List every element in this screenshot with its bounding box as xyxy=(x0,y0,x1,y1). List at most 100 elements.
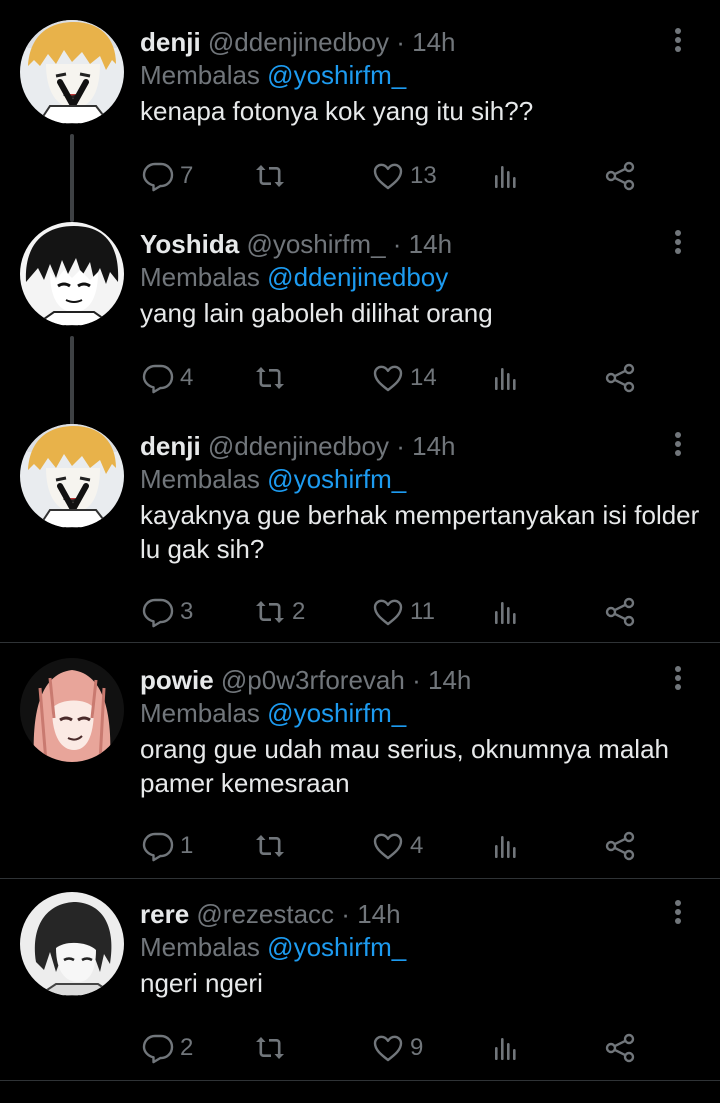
retweet-icon xyxy=(254,596,286,628)
tweet[interactable]: powie @p0w3rforevah · 14h Membalas @yosh… xyxy=(0,638,720,878)
like-button[interactable]: 13 xyxy=(372,158,437,194)
views-button[interactable] xyxy=(490,1030,522,1066)
display-name[interactable]: powie xyxy=(140,665,214,695)
avatar[interactable] xyxy=(20,658,124,762)
retweet-button[interactable]: 2 xyxy=(254,594,305,630)
share-icon xyxy=(604,160,636,192)
retweet-button[interactable] xyxy=(254,1030,292,1066)
reply-button[interactable]: 3 xyxy=(142,594,193,630)
views-icon xyxy=(490,362,522,394)
share-icon xyxy=(604,596,636,628)
like-icon xyxy=(372,160,404,192)
reply-icon xyxy=(142,362,174,394)
like-icon xyxy=(372,830,404,862)
replying-to-label: Membalas xyxy=(140,932,260,962)
views-button[interactable] xyxy=(490,158,522,194)
avatar-column xyxy=(20,20,124,124)
share-button[interactable] xyxy=(604,158,636,194)
avatar-column xyxy=(20,658,124,762)
divider xyxy=(0,1080,720,1081)
reply-icon xyxy=(142,160,174,192)
like-button[interactable]: 14 xyxy=(372,360,437,396)
tweet-header: denji @ddenjinedboy · 14h xyxy=(140,26,700,58)
share-button[interactable] xyxy=(604,1030,636,1066)
replying-to-handle[interactable]: @yoshirfm_ xyxy=(267,464,406,494)
timestamp[interactable]: 14h xyxy=(409,229,452,259)
like-count: 9 xyxy=(410,1034,424,1061)
avatar[interactable] xyxy=(20,424,124,528)
replying-to-handle[interactable]: @yoshirfm_ xyxy=(267,932,406,962)
more-icon[interactable] xyxy=(670,666,686,694)
share-button[interactable] xyxy=(604,360,636,396)
timestamp[interactable]: 14h xyxy=(412,431,455,461)
tweet[interactable]: denji @ddenjinedboy · 14h Membalas @yosh… xyxy=(0,404,720,642)
separator-dot: · xyxy=(396,431,405,461)
tweet[interactable]: rere @rezestacc · 14h Membalas @yoshirfm… xyxy=(0,872,720,1080)
separator-dot: · xyxy=(396,27,405,57)
separator-dot: · xyxy=(341,899,350,929)
tweet-text: kenapa fotonya kok yang itu sih?? xyxy=(140,96,534,126)
avatar-column xyxy=(20,424,124,528)
retweet-icon xyxy=(254,830,286,862)
more-icon[interactable] xyxy=(670,28,686,56)
tweet[interactable]: denji @ddenjinedboy · 14h Membalas @yosh… xyxy=(0,0,720,222)
user-handle[interactable]: @ddenjinedboy xyxy=(208,27,389,57)
avatar[interactable] xyxy=(20,20,124,124)
tweet-content: denji @ddenjinedboy · 14h Membalas @yosh… xyxy=(140,26,700,128)
reply-button[interactable]: 1 xyxy=(142,828,193,864)
avatar[interactable] xyxy=(20,892,124,996)
display-name[interactable]: rere xyxy=(140,899,189,929)
more-icon[interactable] xyxy=(670,900,686,928)
retweet-button[interactable] xyxy=(254,828,292,864)
tweet-content: rere @rezestacc · 14h Membalas @yoshirfm… xyxy=(140,898,700,1000)
user-handle[interactable]: @ddenjinedboy xyxy=(208,431,389,461)
user-handle[interactable]: @rezestacc xyxy=(196,899,334,929)
tweet-content: powie @p0w3rforevah · 14h Membalas @yosh… xyxy=(140,664,700,800)
avatar-column xyxy=(20,222,124,326)
share-button[interactable] xyxy=(604,828,636,864)
timestamp[interactable]: 14h xyxy=(412,27,455,57)
like-button[interactable]: 11 xyxy=(372,594,435,630)
views-button[interactable] xyxy=(490,594,522,630)
thread-line xyxy=(70,202,74,220)
replying-to-handle[interactable]: @yoshirfm_ xyxy=(267,698,406,728)
tweet-actions: 1 4 xyxy=(140,828,640,864)
more-icon[interactable] xyxy=(670,432,686,460)
reply-icon xyxy=(142,596,174,628)
replying-to-handle[interactable]: @ddenjinedboy xyxy=(267,262,448,292)
tweet-text: orang gue udah mau serius, oknumnya mala… xyxy=(140,734,669,798)
views-button[interactable] xyxy=(490,828,522,864)
like-count: 4 xyxy=(410,832,424,859)
reply-button[interactable]: 2 xyxy=(142,1030,193,1066)
retweet-button[interactable] xyxy=(254,158,292,194)
tweet-actions: 4 14 xyxy=(140,360,640,396)
share-icon xyxy=(604,830,636,862)
display-name[interactable]: denji xyxy=(140,27,201,57)
reply-icon xyxy=(142,830,174,862)
timestamp[interactable]: 14h xyxy=(357,899,400,929)
tweet[interactable]: Yoshida @yoshirfm_ · 14h Membalas @ddenj… xyxy=(0,202,720,426)
user-handle[interactable]: @p0w3rforevah xyxy=(221,665,405,695)
reply-button[interactable]: 7 xyxy=(142,158,193,194)
display-name[interactable]: Yoshida xyxy=(140,229,239,259)
retweet-count: 2 xyxy=(292,598,306,625)
avatar[interactable] xyxy=(20,222,124,326)
reply-count: 4 xyxy=(180,364,194,391)
like-button[interactable]: 4 xyxy=(372,828,423,864)
like-icon xyxy=(372,596,404,628)
reply-button[interactable]: 4 xyxy=(142,360,193,396)
user-handle[interactable]: @yoshirfm_ xyxy=(246,229,385,259)
display-name[interactable]: denji xyxy=(140,431,201,461)
like-count: 13 xyxy=(410,162,437,189)
share-button[interactable] xyxy=(604,594,636,630)
tweet-content: Yoshida @yoshirfm_ · 14h Membalas @ddenj… xyxy=(140,228,700,330)
reply-count: 3 xyxy=(180,598,194,625)
replying-to-handle[interactable]: @yoshirfm_ xyxy=(267,60,406,90)
views-button[interactable] xyxy=(490,360,522,396)
timestamp[interactable]: 14h xyxy=(428,665,471,695)
like-count: 14 xyxy=(410,364,437,391)
more-icon[interactable] xyxy=(670,230,686,258)
retweet-button[interactable] xyxy=(254,360,292,396)
reply-count: 2 xyxy=(180,1034,194,1061)
like-button[interactable]: 9 xyxy=(372,1030,423,1066)
